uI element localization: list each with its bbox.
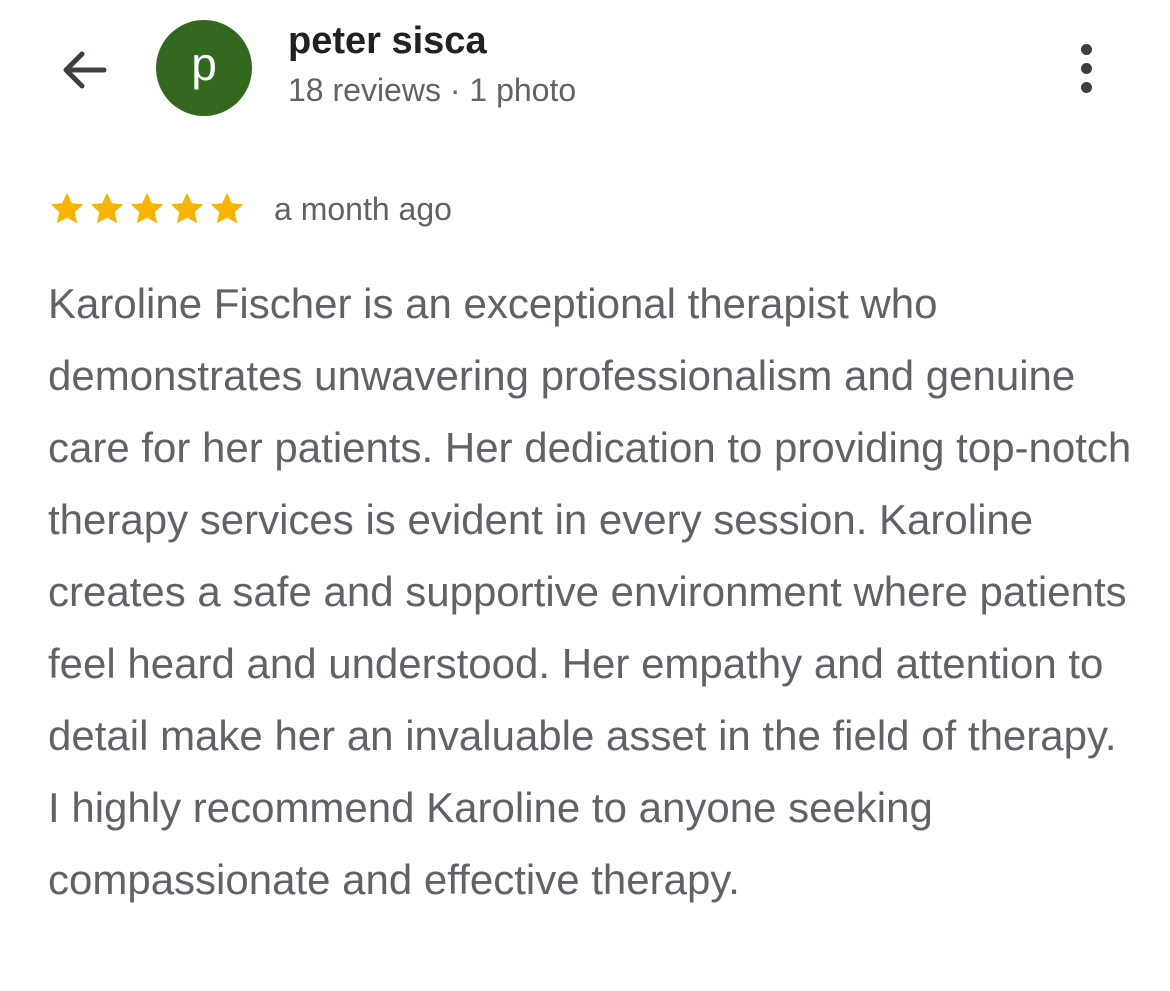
review-header: p peter sisca 18 reviews · 1 photo [0,0,1170,140]
star-rating [48,190,246,228]
reviewer-name[interactable]: peter sisca [288,20,487,63]
reviewer-meta: 18 reviews · 1 photo [288,72,577,108]
review-text: Karoline Fischer is an exceptional thera… [48,280,1132,903]
more-options-button[interactable] [1058,36,1114,100]
star-icon [50,192,84,224]
more-vertical-icon [1080,43,1092,55]
avatar[interactable]: p [156,20,252,116]
star-icon [170,192,204,224]
star-icon [130,192,164,224]
star-icon [210,192,244,224]
more-vertical-icon [1080,81,1092,93]
arrow-left-icon [63,51,107,89]
back-button[interactable] [52,38,116,102]
star-icon [90,192,124,224]
review-date: a month ago [274,190,452,227]
more-vertical-icon [1080,62,1092,74]
rating-row: a month ago [48,186,452,232]
